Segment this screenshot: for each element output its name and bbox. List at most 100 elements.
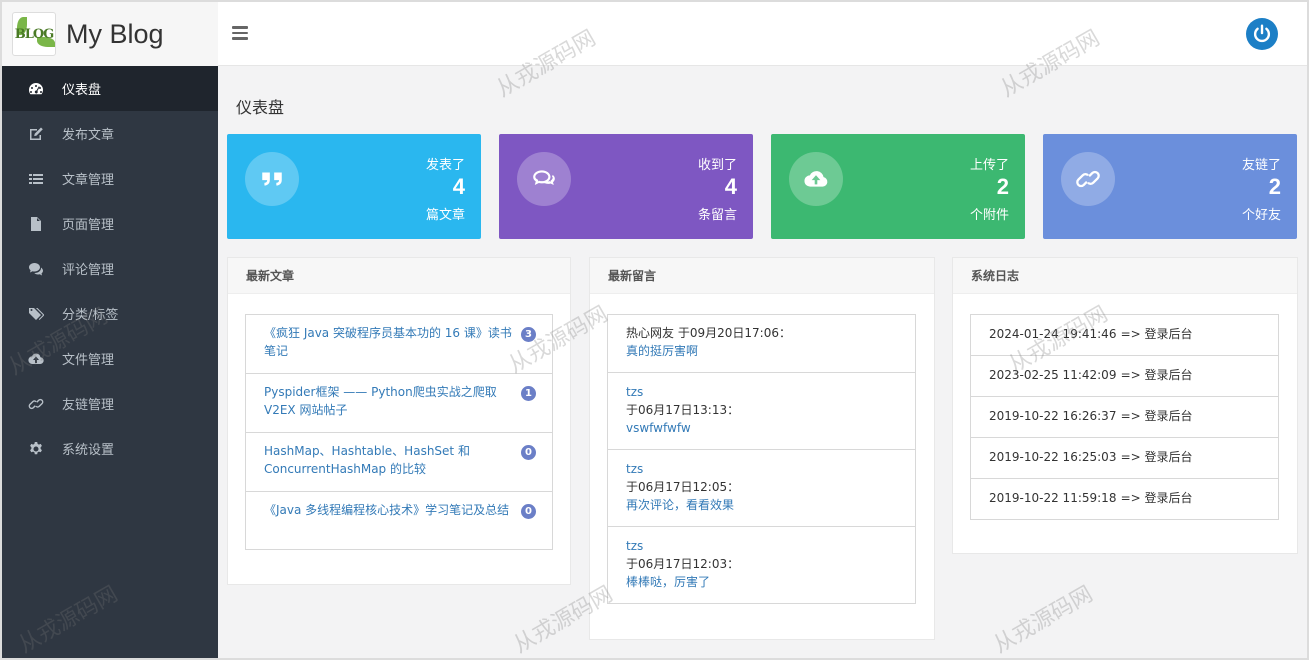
dashboard-icon [28,81,44,97]
brand-title: My Blog [66,18,164,49]
brand[interactable]: BLOG My Blog [2,2,218,66]
log-time: 2023-02-25 11:42:09 [989,368,1117,382]
sidebar-item-pages[interactable]: 页面管理 [2,201,218,246]
list-item: 热心网友 于09月20日17:06： 真的挺厉害啊 [608,315,915,373]
sidebar-item-label: 文件管理 [62,353,115,368]
log-entry: 2019-10-22 16:25:03 => 登录后台 [971,438,1278,479]
comment-content-link[interactable]: 棒棒哒，厉害了 [626,573,897,591]
sidebar-item-links[interactable]: 友链管理 [2,381,218,426]
link-icon [28,396,44,412]
latest-articles-panel: 最新文章 《疯狂 Java 突破程序员基本功的 16 课》读书笔记 3 Pysp… [227,257,571,585]
sidebar-nav: 仪表盘 发布文章 文章管理 页面管理 评论管理 分类/标签 文件管理 友链管理 … [2,66,218,471]
log-action: => 登录后台 [1120,491,1193,505]
panel-heading: 最新文章 [228,258,570,294]
stat-label-bottom: 篇文章 [425,208,465,223]
log-time: 2019-10-22 11:59:18 [989,491,1117,505]
comment-count-badge: 1 [521,386,536,401]
article-link[interactable]: 《Java 多线程编程核心技术》学习笔记及总结 [264,501,512,519]
comment-count-badge: 0 [521,445,536,460]
log-action: => 登录后台 [1120,409,1193,423]
comment-content-link[interactable]: vswfwfwfw [626,419,897,437]
sidebar-item-label: 页面管理 [62,218,115,233]
main-content: 仪表盘 发表了 4 篇文章 收到了 4 条留言 上传了 2 个附件 友链了 2 … [218,66,1307,658]
log-entry: 2023-02-25 11:42:09 => 登录后台 [971,356,1278,397]
article-link[interactable]: Pyspider框架 —— Python爬虫实战之爬取 V2EX 网站帖子 [264,383,512,419]
latest-comments-panel: 最新留言 热心网友 于09月20日17:06： 真的挺厉害啊 tzs 于06月1… [589,257,935,640]
sidebar-item-label: 仪表盘 [62,83,102,98]
sidebar-item-articles[interactable]: 文章管理 [2,156,218,201]
stat-card-articles[interactable]: 发表了 4 篇文章 [227,134,481,239]
quote-icon [245,152,299,206]
comment-content-link[interactable]: 真的挺厉害啊 [626,342,897,360]
sidebar-item-label: 文章管理 [62,173,115,188]
gear-icon [28,441,44,457]
menu-toggle-icon[interactable] [232,26,248,40]
stat-count: 4 [724,174,737,199]
list-item[interactable]: HashMap、Hashtable、HashSet 和 ConcurrentHa… [246,433,552,492]
log-list: 2024-01-24 19:41:46 => 登录后台 2023-02-25 1… [970,314,1279,520]
stat-label-bottom: 个好友 [1241,208,1281,223]
list-item[interactable]: 《Java 多线程编程核心技术》学习笔记及总结 0 [246,492,552,549]
stat-card-attachments[interactable]: 上传了 2 个附件 [771,134,1025,239]
cloud-upload-icon [789,152,843,206]
stat-card-comments[interactable]: 收到了 4 条留言 [499,134,753,239]
stat-label-top: 友链了 [1241,158,1281,173]
sidebar-item-label: 友链管理 [62,398,115,413]
comment-time: 于06月17日13:13： [626,403,740,417]
article-link[interactable]: 《疯狂 Java 突破程序员基本功的 16 课》读书笔记 [264,324,512,360]
comment-author[interactable]: tzs [626,537,897,555]
comment-author: 热心网友 [626,326,675,340]
stat-count: 2 [1268,174,1281,199]
log-time: 2024-01-24 19:41:46 [989,327,1117,341]
comments-icon [517,152,571,206]
log-time: 2019-10-22 16:26:37 [989,409,1117,423]
articles-list: 《疯狂 Java 突破程序员基本功的 16 课》读书笔记 3 Pyspider框… [245,314,553,550]
comments-icon [28,261,44,277]
list-item[interactable]: Pyspider框架 —— Python爬虫实战之爬取 V2EX 网站帖子 1 [246,374,552,433]
log-entry: 2019-10-22 11:59:18 => 登录后台 [971,479,1278,519]
sidebar-item-publish[interactable]: 发布文章 [2,111,218,156]
stat-label-top: 收到了 [697,158,737,173]
log-time: 2019-10-22 16:25:03 [989,450,1117,464]
log-entry: 2024-01-24 19:41:46 => 登录后台 [971,315,1278,356]
comment-content-link[interactable]: 再次评论，看看效果 [626,496,897,514]
list-item: tzs 于06月17日12:03： 棒棒哒，厉害了 [608,527,915,603]
sidebar-item-dashboard[interactable]: 仪表盘 [2,66,218,111]
stat-label-top: 上传了 [969,158,1009,173]
stat-card-links[interactable]: 友链了 2 个好友 [1043,134,1297,239]
sidebar-item-files[interactable]: 文件管理 [2,336,218,381]
stat-count: 4 [452,174,465,199]
system-log-panel: 系统日志 2024-01-24 19:41:46 => 登录后台 2023-02… [952,257,1298,554]
log-action: => 登录后台 [1120,368,1193,382]
sidebar-item-settings[interactable]: 系统设置 [2,426,218,471]
blog-logo: BLOG [12,12,56,56]
page-title: 仪表盘 [236,98,285,117]
top-bar [218,2,1307,66]
panel-heading: 最新留言 [590,258,934,294]
sidebar-item-label: 发布文章 [62,128,115,143]
sidebar-item-comments[interactable]: 评论管理 [2,246,218,291]
tags-icon [28,306,44,322]
comment-author[interactable]: tzs [626,460,897,478]
stat-label-bottom: 条留言 [697,208,737,223]
logout-power-icon[interactable] [1246,18,1278,50]
list-item[interactable]: 《疯狂 Java 突破程序员基本功的 16 课》读书笔记 3 [246,315,552,374]
sidebar: BLOG My Blog 仪表盘 发布文章 文章管理 页面管理 评论管理 分类/… [2,2,218,658]
stat-label-bottom: 个附件 [969,208,1009,223]
file-icon [28,216,44,232]
comment-author[interactable]: tzs [626,383,897,401]
log-action: => 登录后台 [1120,327,1193,341]
article-link[interactable]: HashMap、Hashtable、HashSet 和 ConcurrentHa… [264,442,512,478]
log-action: => 登录后台 [1120,450,1193,464]
list-icon [28,171,44,187]
list-item: tzs 于06月17日12:05： 再次评论，看看效果 [608,450,915,527]
logo-text: BLOG [14,26,55,42]
sidebar-item-label: 分类/标签 [62,308,119,323]
sidebar-item-label: 评论管理 [62,263,115,278]
sidebar-item-categories[interactable]: 分类/标签 [2,291,218,336]
sidebar-item-label: 系统设置 [62,443,115,458]
comment-count-badge: 3 [521,327,536,342]
link-icon [1061,152,1115,206]
log-entry: 2019-10-22 16:26:37 => 登录后台 [971,397,1278,438]
comment-time: 于06月17日12:05： [626,480,740,494]
